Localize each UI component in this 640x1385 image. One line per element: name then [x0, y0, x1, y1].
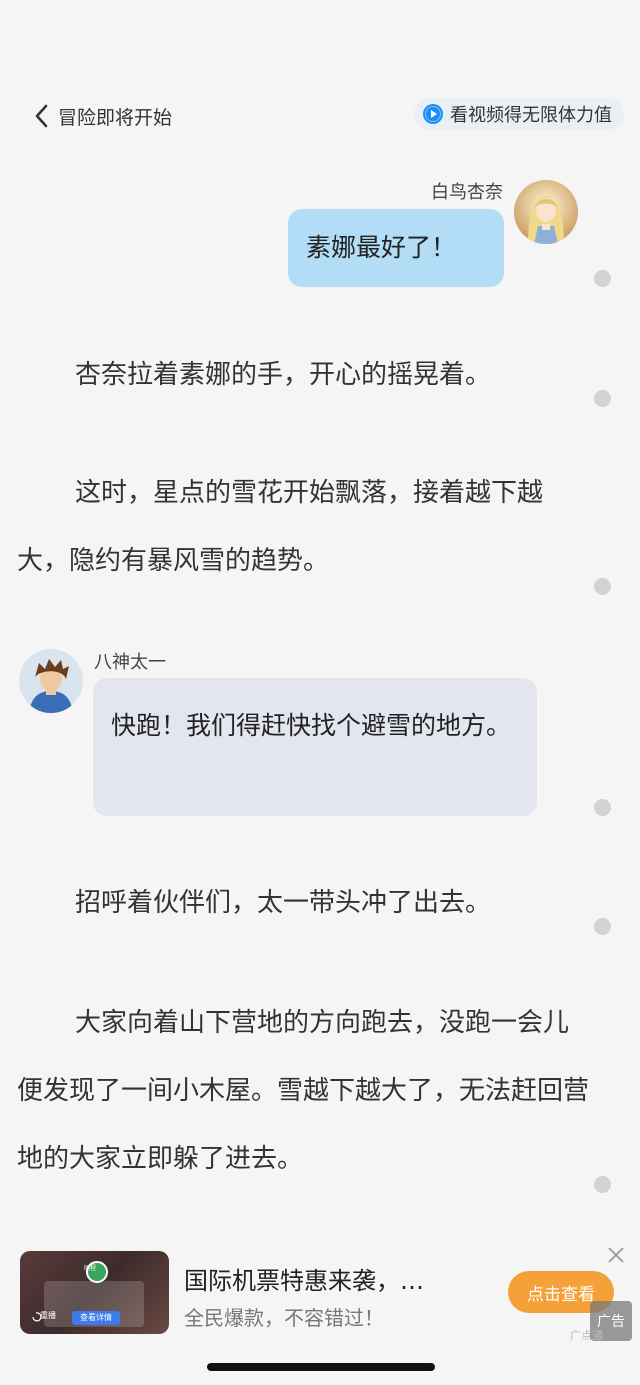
story-paragraph: 杏奈拉着素娜的手，开心的摇晃着。	[75, 360, 492, 390]
story-paragraph: 大家向着山下营地的方向跑去，没跑一会儿便发现了一间小木屋。雪越下越大了，无法赶回…	[17, 1008, 590, 1174]
home-indicator[interactable]	[207, 1363, 435, 1371]
speaker-name: 白鸟杏奈	[431, 182, 503, 203]
comment-dot[interactable]	[594, 918, 611, 935]
header-bar: 冒险即将开始 看视频得无限体力值	[0, 88, 640, 144]
ad-banner[interactable]: 同程 查看详情 重播 国际机票特惠来袭，… 全民爆款，不容错过！ 点击查看 广告…	[0, 1240, 640, 1350]
ad-thumbnail[interactable]: 同程 查看详情 重播	[20, 1251, 169, 1334]
ad-thumb-button: 查看详情	[72, 1311, 120, 1325]
chevron-left-icon	[35, 104, 48, 128]
message-bubble[interactable]: 快跑！我们得赶快找个避雪的地方。	[93, 678, 537, 816]
play-icon	[423, 104, 443, 124]
ad-thumb-button-label: 查看详情	[80, 1313, 112, 1322]
story-paragraph: 这时，星点的雪花开始飘落，接着越下越大，隐约有暴风雪的趋势。	[17, 478, 544, 576]
watch-video-label: 看视频得无限体力值	[450, 105, 612, 126]
back-button[interactable]: 冒险即将开始	[30, 102, 172, 130]
chapter-title: 冒险即将开始	[58, 106, 173, 129]
ad-subtitle: 全民爆款，不容错过！	[184, 1306, 384, 1330]
ad-title: 国际机票特惠来袭，…	[184, 1267, 424, 1295]
speaker-name: 八神太一	[94, 652, 166, 673]
ad-thumb-replay: 重播	[40, 1311, 56, 1320]
comment-dot[interactable]	[594, 799, 611, 816]
avatar[interactable]	[514, 180, 578, 244]
message-bubble[interactable]: 素娜最好了！	[288, 209, 504, 287]
story-paragraph: 招呼着伙伴们，太一带头冲了出去。	[75, 888, 492, 918]
boy-avatar-icon	[19, 649, 83, 713]
avatar[interactable]	[19, 649, 83, 713]
watch-video-button[interactable]: 看视频得无限体力值	[414, 98, 624, 130]
close-icon[interactable]	[606, 1245, 626, 1265]
girl-avatar-icon	[514, 180, 578, 244]
ad-thumb-brand: 同程	[84, 1265, 97, 1272]
comment-dot[interactable]	[594, 270, 611, 287]
comment-dot[interactable]	[594, 1176, 611, 1193]
comment-dot[interactable]	[594, 390, 611, 407]
ad-network-label: 广点通	[570, 1329, 603, 1342]
comment-dot[interactable]	[594, 578, 611, 595]
